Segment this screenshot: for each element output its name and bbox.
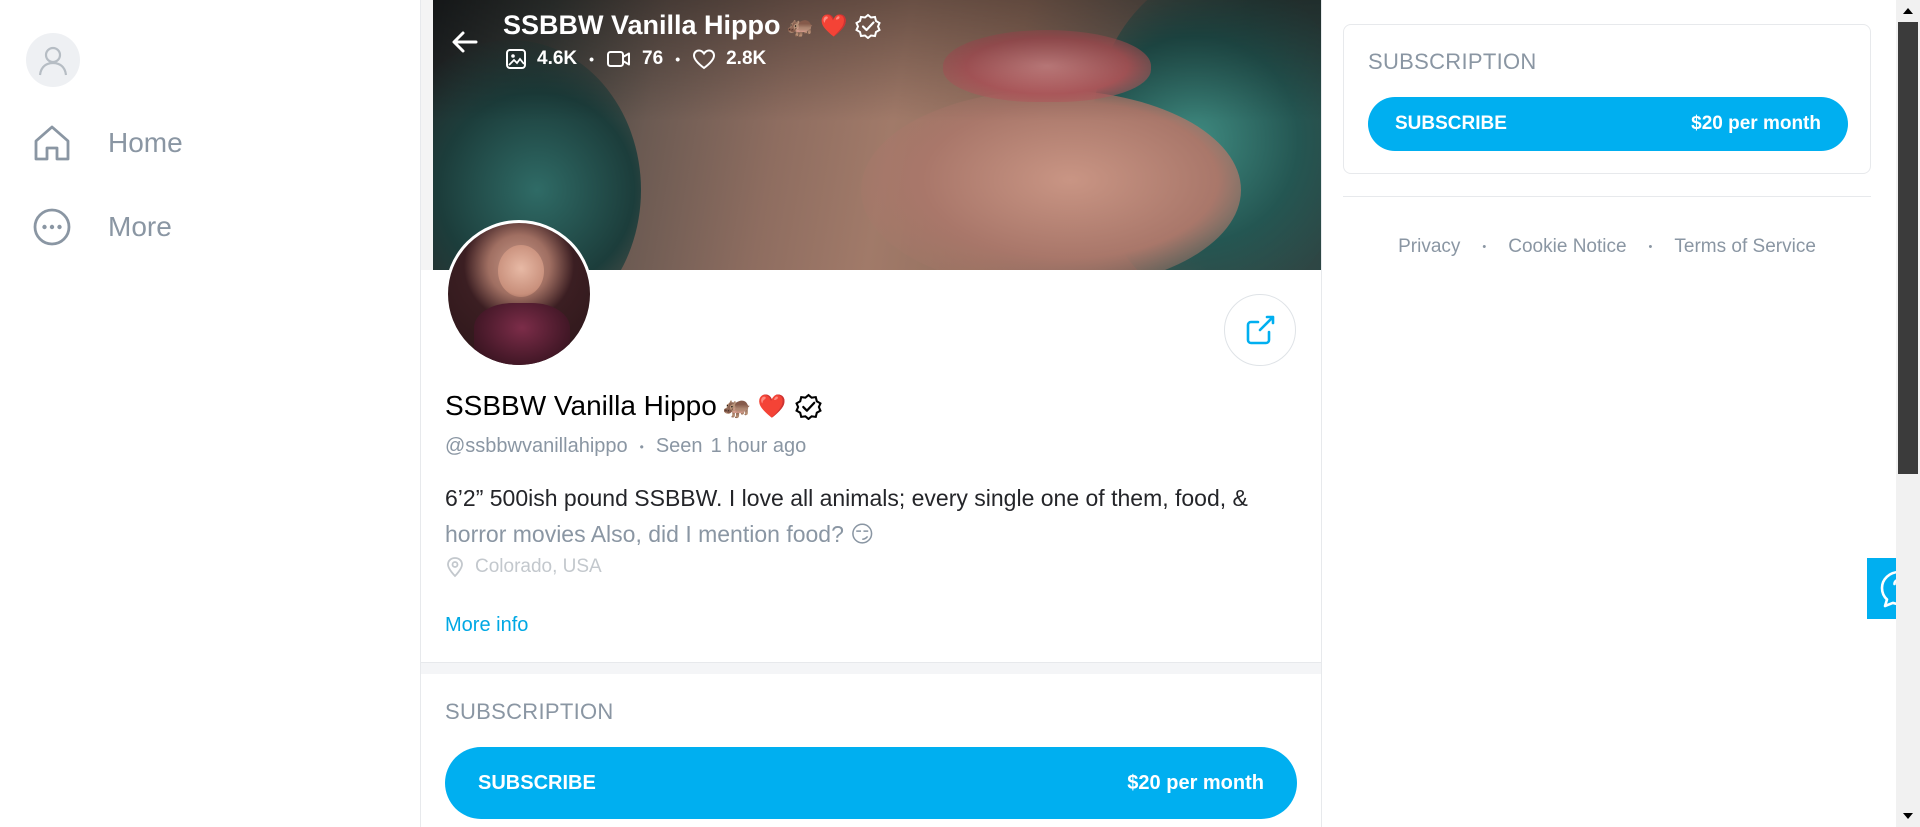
- likes-count: 2.8K: [726, 48, 767, 69]
- section-divider: [421, 662, 1321, 674]
- privacy-link[interactable]: Privacy: [1398, 236, 1460, 258]
- separator-dot: •: [1482, 241, 1487, 253]
- divider: [1343, 196, 1871, 197]
- scroll-up-button[interactable]: [1896, 0, 1920, 22]
- sidebar-item-more[interactable]: More: [30, 205, 172, 249]
- bio-line: horror movies Also, did I mention food? …: [445, 521, 875, 547]
- bio-line: 6’2” 500ish pound SSBBW. I love all anim…: [445, 485, 1248, 511]
- cover-title-text: SSBBW Vanilla Hippo: [503, 10, 781, 40]
- sidebar-item-home[interactable]: Home: [30, 121, 183, 165]
- seen-label: Seen: [655, 435, 703, 457]
- cover-stats: 4.6K • 76 • 2.8K: [505, 48, 766, 70]
- cover-title: SSBBW Vanilla Hippo 🦛 ❤️: [503, 10, 882, 41]
- location-text: Colorado, USA: [475, 556, 602, 577]
- seen-time: 1 hour ago: [710, 435, 807, 457]
- profile-location: Colorado, USA: [445, 556, 602, 578]
- subscribe-label: SUBSCRIBE: [1395, 113, 1507, 134]
- subscription-heading: SUBSCRIPTION: [445, 699, 614, 724]
- scroll-thumb[interactable]: [1898, 22, 1918, 474]
- images-stat: 4.6K: [505, 48, 577, 70]
- subscribe-button[interactable]: SUBSCRIBE $20 per month: [1368, 97, 1848, 151]
- triangle-down-icon: [1903, 813, 1913, 819]
- videos-count: 76: [642, 48, 664, 69]
- images-count: 4.6K: [537, 48, 578, 69]
- more-info-link[interactable]: More info: [445, 614, 528, 637]
- page-scrollbar[interactable]: [1896, 0, 1920, 827]
- separator-dot: •: [589, 51, 595, 67]
- video-icon: [607, 51, 631, 67]
- verified-badge-icon: [794, 393, 822, 420]
- subscribe-price: $20 per month: [1691, 113, 1821, 134]
- user-avatar-button[interactable]: [26, 33, 80, 87]
- image-icon: [506, 49, 526, 69]
- likes-stat: 2.8K: [692, 48, 766, 70]
- separator-dot: •: [1648, 241, 1653, 253]
- more-icon: [30, 205, 74, 249]
- share-button[interactable]: [1224, 294, 1296, 366]
- profile-avatar[interactable]: [445, 220, 593, 368]
- home-icon: [30, 121, 74, 165]
- scroll-down-button[interactable]: [1896, 805, 1920, 827]
- subscribe-price: $20 per month: [1127, 771, 1264, 794]
- sidebar-item-label: Home: [108, 127, 183, 158]
- share-icon: [1246, 315, 1275, 345]
- subscribe-label: SUBSCRIBE: [478, 771, 596, 794]
- separator-dot: •: [639, 439, 644, 454]
- profile-name-text: SSBBW Vanilla Hippo: [445, 390, 717, 421]
- back-arrow-icon: [452, 31, 478, 53]
- subscribe-button[interactable]: SUBSCRIBE $20 per month: [445, 747, 1297, 819]
- back-button[interactable]: [447, 24, 483, 60]
- left-sidebar: Home More: [0, 0, 420, 827]
- profile-bio: 6’2” 500ish pound SSBBW. I love all anim…: [445, 480, 1295, 552]
- verified-badge-icon: [855, 13, 882, 39]
- profile-column: SSBBW Vanilla Hippo 🦛 ❤️ 4.6K • 76 • 2.8…: [420, 0, 1322, 827]
- profile-name-emojis: 🦛 ❤️: [722, 392, 787, 419]
- sidebar-item-label: More: [108, 211, 172, 242]
- videos-stat: 76: [606, 48, 663, 70]
- footer-links: Privacy • Cookie Notice • Terms of Servi…: [1343, 236, 1871, 258]
- cookie-notice-link[interactable]: Cookie Notice: [1508, 236, 1626, 258]
- separator-dot: •: [675, 51, 681, 67]
- heart-icon: [693, 49, 716, 70]
- title-emojis: 🦛 ❤️: [786, 12, 848, 38]
- terms-link[interactable]: Terms of Service: [1674, 236, 1815, 258]
- profile-handle: @ssbbwvanillahippo: [445, 435, 628, 457]
- location-pin-icon: [447, 557, 463, 578]
- triangle-up-icon: [1903, 8, 1913, 14]
- user-icon: [38, 46, 68, 76]
- subscription-heading: SUBSCRIPTION: [1368, 49, 1537, 74]
- profile-name: SSBBW Vanilla Hippo 🦛 ❤️: [445, 390, 822, 422]
- subscription-card: SUBSCRIPTION SUBSCRIBE $20 per month: [1343, 24, 1871, 174]
- profile-meta: @ssbbwvanillahippo • Seen 1 hour ago: [445, 435, 806, 458]
- cover-header: SSBBW Vanilla Hippo 🦛 ❤️ 4.6K • 76 • 2.8…: [421, 0, 1321, 90]
